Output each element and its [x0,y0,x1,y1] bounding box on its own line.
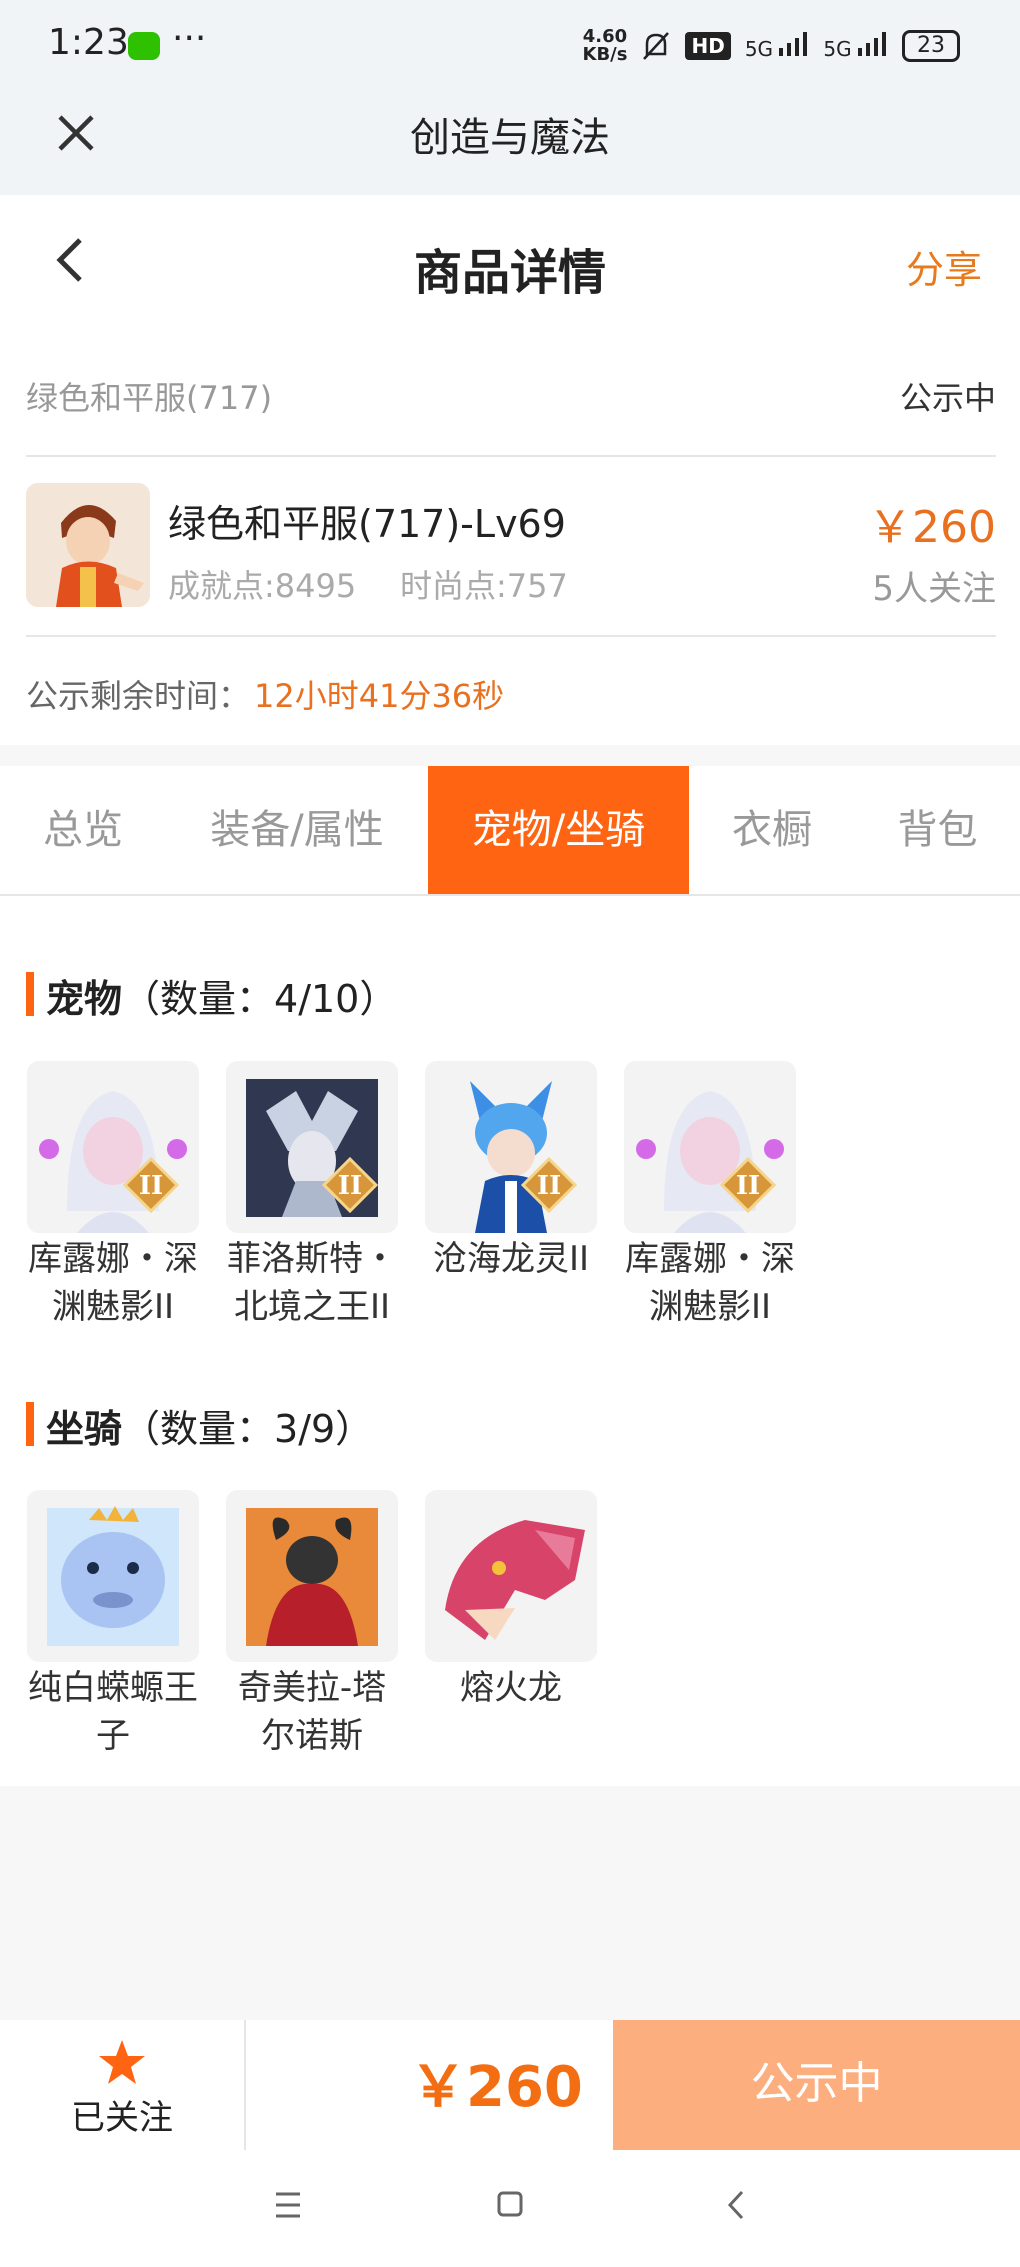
pet-card[interactable]: II 沧海龙灵II [425,1061,597,1283]
status-time: 1:23 [48,22,129,63]
pets-mounts-panel: 宠物（数量：4/10） II 库露娜・深渊魅影II II 菲洛斯特・北境之王II… [0,896,1020,1786]
sim2-label: 5G [823,36,852,61]
achievement-points: 成就点:8495 [168,567,357,605]
tab-pets-mounts[interactable]: 宠物/坐骑 [428,766,689,894]
status-indicators: 4.60 KB/s HD 5G 5G 23 [583,28,960,64]
character-avatar [26,483,150,607]
mute-bell-icon [643,32,670,60]
tab-backpack[interactable]: 背包 [855,766,1020,894]
pets-count: （数量：4/10） [122,977,398,1021]
mount-name: 奇美拉-塔尔诺斯 [237,1668,387,1756]
rank-badge-text: II [736,1171,760,1201]
mount-name: 纯白蝾螈王子 [28,1668,198,1756]
divider [26,635,996,637]
pet-name: 菲洛斯特・北境之王II [227,1239,397,1327]
pet-thumbnail[interactable]: II [226,1061,398,1233]
mount-card[interactable]: 奇美拉-塔尔诺斯 [226,1490,398,1760]
section-accent-bar [26,972,34,1016]
remaining-time-value: 12小时41分36秒 [254,677,505,715]
pets-title: 宠物 [46,977,123,1021]
pet-thumbnail[interactable]: II [27,1061,199,1233]
rank-badge-icon: II [322,1157,378,1213]
tab-wardrobe[interactable]: 衣橱 [689,766,855,894]
hd-badge: HD [685,32,731,60]
tab-overview[interactable]: 总览 [0,766,166,894]
follow-button[interactable]: 已关注 [0,2020,244,2150]
status-bar: 1:23 ··· 4.60 KB/s HD 5G 5G 23 [0,0,1020,95]
pet-name: 库露娜・深渊魅影II [625,1239,795,1327]
divider [244,2020,246,2150]
star-icon [99,2040,145,2084]
mount-name: 熔火龙 [460,1668,562,1708]
mounts-title: 坐骑 [46,1407,123,1451]
product-info: 绿色和平服(717) 公示中 绿色和平服(717)-Lv69 成就点:8495 … [0,325,1020,745]
page-title: 商品详情 [413,245,606,301]
rank-badge-text: II [338,1171,362,1201]
product-name: 绿色和平服(717)-Lv69 [168,502,566,546]
mounts-count: （数量：3/9） [122,1407,374,1451]
rank-badge-icon: II [521,1157,577,1213]
mount-card[interactable]: 纯白蝾螈王子 [27,1490,199,1760]
bottom-action-bar: 已关注 ￥260 公示中 [0,2020,1020,2150]
menu-icon[interactable] [258,2180,318,2230]
rank-badge-text: II [139,1171,163,1201]
rank-badge-icon: II [720,1157,776,1213]
divider [26,455,996,457]
mount-card[interactable]: 熔火龙 [425,1490,597,1712]
fashion-points: 时尚点:757 [400,567,568,605]
pet-thumbnail[interactable]: II [624,1061,796,1233]
signal-5g-1: 5G [744,31,810,61]
pet-card[interactable]: II 库露娜・深渊魅影II [624,1061,796,1331]
tab-equipment-attributes[interactable]: 装备/属性 [166,766,428,894]
rank-badge-icon: II [123,1157,179,1213]
footer-price: ￥260 [410,2055,583,2120]
wechat-icon [128,32,160,60]
battery-indicator: 23 [902,30,960,62]
publicity-action-button[interactable]: 公示中 [613,2020,1020,2150]
pet-name: 库露娜・深渊魅影II [28,1239,198,1327]
signal-bars-icon [858,31,886,56]
system-nav-bar [0,2150,1020,2267]
follower-count: 5人关注 [872,569,996,609]
pet-card[interactable]: II 库露娜・深渊魅影II [27,1061,199,1331]
mounts-section-title: 坐骑（数量：3/9） [46,1398,373,1453]
pet-name: 沧海龙灵II [432,1239,590,1279]
page-header: 商品详情 分享 [0,195,1020,325]
product-subtitle: 绿色和平服(717) [26,379,273,417]
pet-thumbnail[interactable]: II [425,1061,597,1233]
remaining-time-label: 公示剩余时间： [26,677,251,715]
publicity-status: 公示中 [899,379,996,417]
rank-badge-text: II [537,1171,561,1201]
mount-thumbnail[interactable] [226,1490,398,1662]
product-price: ￥260 [868,502,996,553]
mount-thumbnail[interactable] [425,1490,597,1662]
mount-thumbnail[interactable] [27,1490,199,1662]
status-more-dots: ··· [172,18,207,59]
pet-card[interactable]: II 菲洛斯特・北境之王II [226,1061,398,1331]
network-speed: 4.60 KB/s [583,28,628,64]
app-title: 创造与魔法 [410,115,610,161]
sim1-label: 5G [744,36,774,61]
signal-5g-2: 5G [823,31,888,61]
network-speed-unit: KB/s [582,44,628,65]
share-button[interactable]: 分享 [906,239,982,294]
section-accent-bar [26,1402,34,1446]
follow-label: 已关注 [71,2098,173,2138]
pets-section-title: 宠物（数量：4/10） [46,968,397,1023]
signal-bars-icon [779,31,808,56]
nav-back-icon[interactable] [706,2180,766,2230]
home-icon[interactable] [480,2180,540,2230]
app-top-bar: 创造与魔法 [0,95,1020,195]
detail-tabs: 总览 装备/属性 宠物/坐骑 衣橱 背包 [0,766,1020,896]
